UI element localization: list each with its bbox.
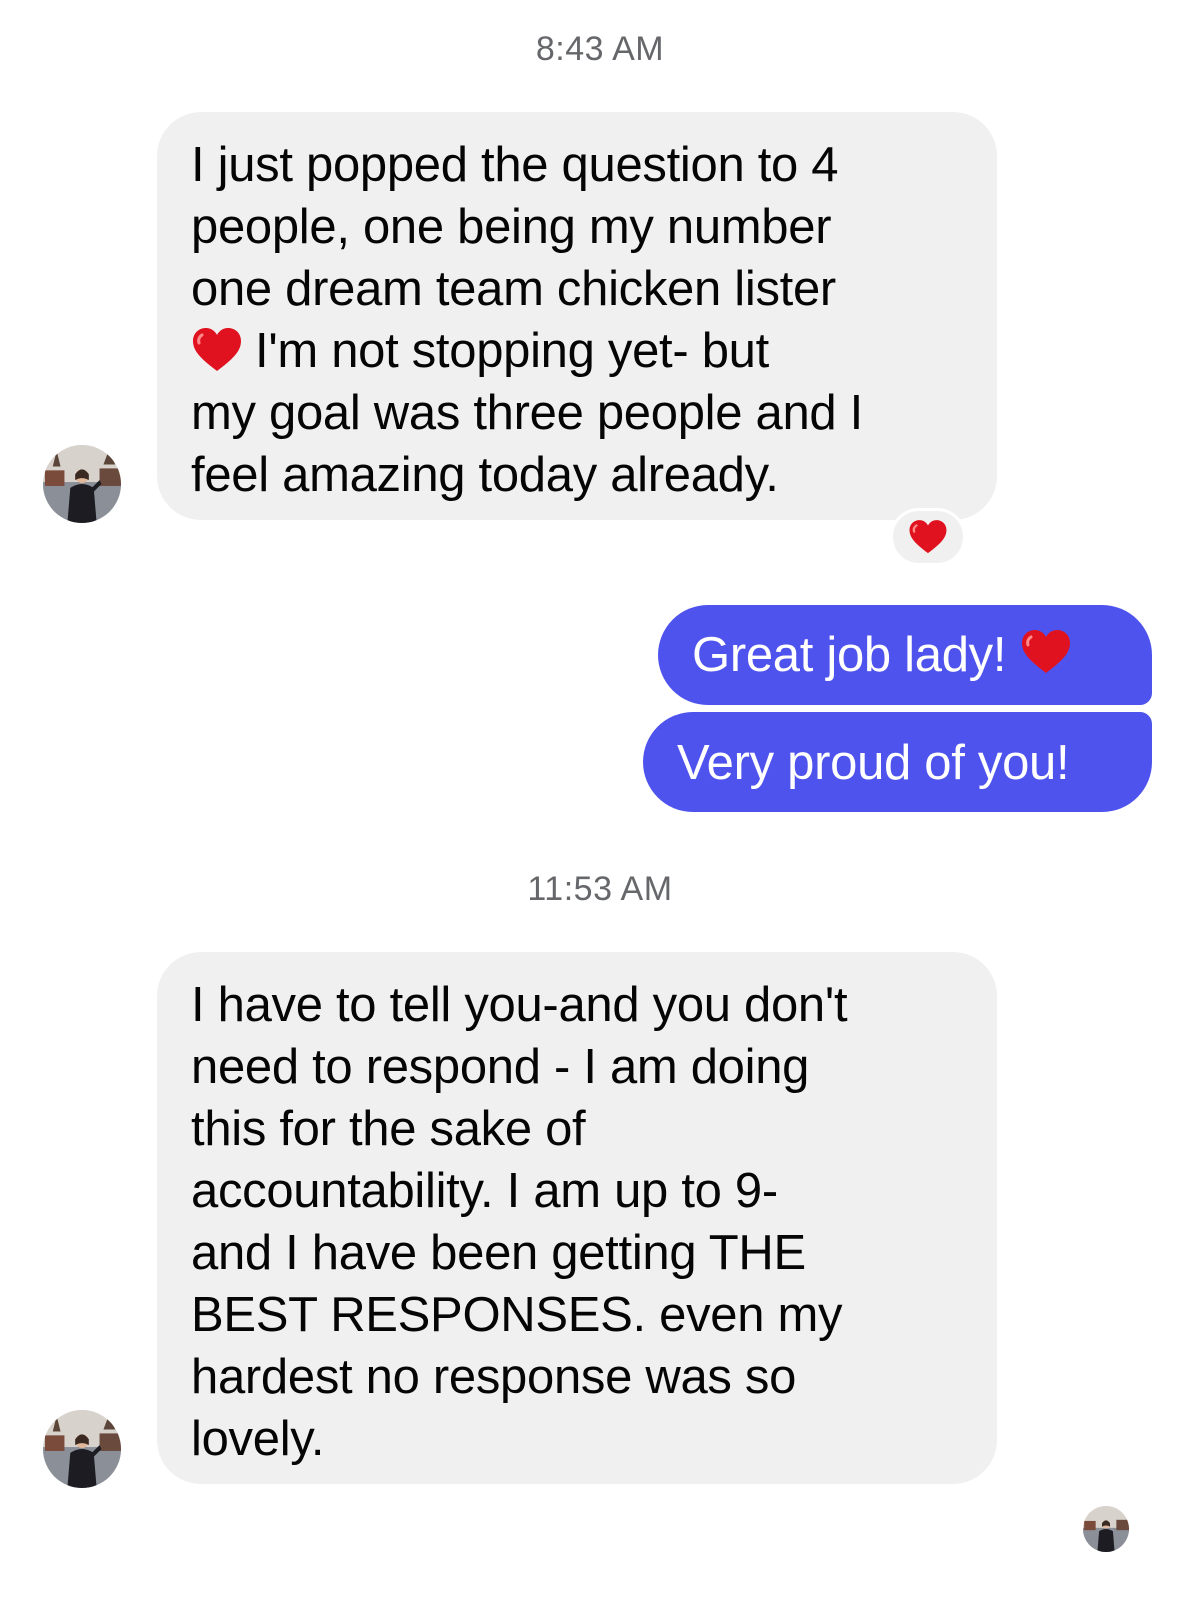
message-line: BEST RESPONSES. even my [191,1288,843,1342]
message-reaction[interactable] [890,508,966,566]
message-line: need to respond - I am doing [191,1040,810,1094]
message-line: I have to tell you-and you don't [191,978,848,1032]
person-photo-icon [43,1410,121,1488]
red-heart-icon [191,327,243,373]
message-line: feel amazing today already. [191,448,779,502]
person-photo-icon [43,445,121,523]
message-line: I just popped the question to 4 [191,138,839,192]
timestamp: 11:53 AM [527,870,673,908]
red-heart-icon [909,520,947,554]
read-receipt-avatar [1083,1506,1129,1552]
contact-avatar[interactable] [43,1410,121,1488]
message-line: people, one being my number [191,200,832,254]
message-line: this for the sake of [191,1102,586,1156]
message-line: hardest no response was so [191,1350,797,1404]
message-line: lovely. [191,1412,325,1466]
incoming-message-bubble[interactable]: I have to tell you-and you don't need to… [157,952,997,1484]
outgoing-message-bubble[interactable]: Very proud of you! [643,712,1152,812]
message-line: accountability. I am up to 9- [191,1164,778,1218]
timestamp: 8:43 AM [535,30,665,68]
message-line: and I have been getting THE [191,1226,806,1280]
message-text: Very proud of you! [677,736,1070,790]
message-line-with-emoji: I'm not stopping yet- but [191,320,965,382]
message-line: one dream team chicken lister [191,262,836,316]
person-photo-icon [1083,1506,1129,1552]
message-text: Great job lady! [692,628,1007,682]
message-line: my goal was three people and I [191,386,863,440]
contact-avatar[interactable] [43,445,121,523]
incoming-message-bubble[interactable]: I just popped the question to 4 people, … [157,112,997,520]
message-line: I'm not stopping yet- but [255,324,769,378]
red-heart-icon [1020,629,1072,675]
outgoing-message-bubble[interactable]: Great job lady! [658,605,1152,705]
